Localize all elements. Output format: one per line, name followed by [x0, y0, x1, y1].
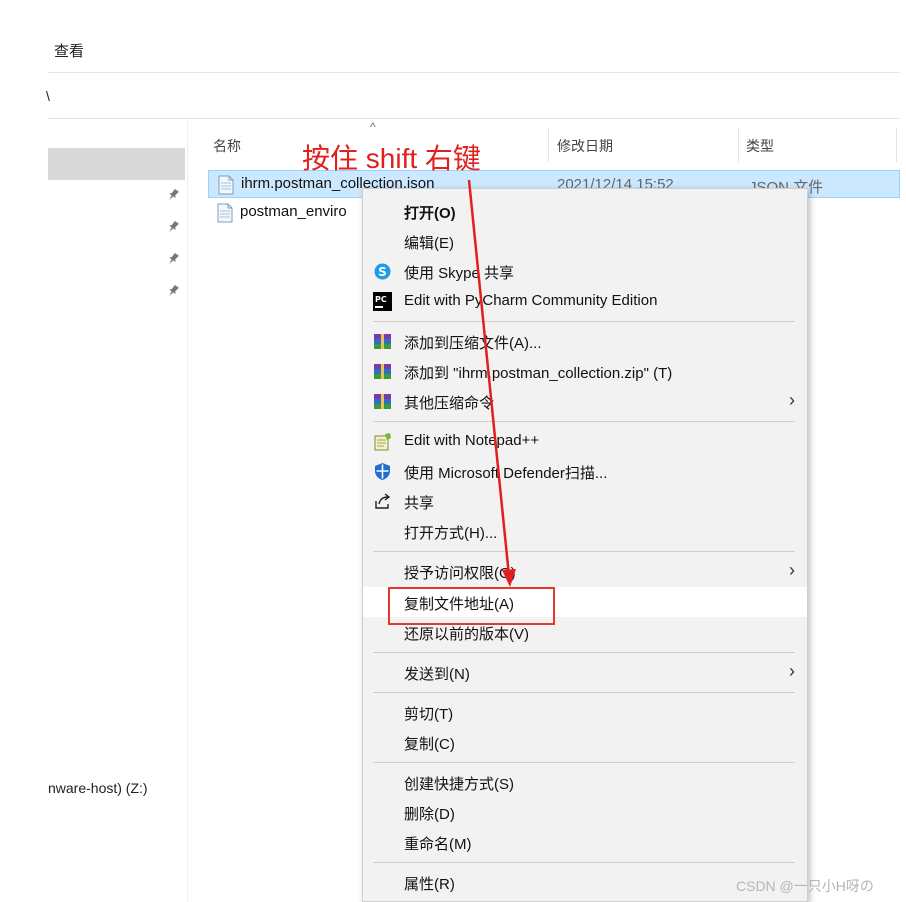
pin-icon	[166, 220, 180, 234]
pin-icon	[166, 252, 180, 266]
menu-item-label: 其他压缩命令	[404, 395, 495, 412]
menu-item-label: 剪切(T)	[404, 706, 454, 723]
menu-item-add-archive[interactable]: 添加到压缩文件(A)...	[363, 326, 807, 356]
chevron-right-icon: ›	[789, 390, 795, 410]
menu-item-label: 重命名(M)	[404, 836, 472, 853]
column-header-type[interactable]: 类型	[746, 136, 774, 156]
sort-ascending-icon: ^	[370, 120, 376, 134]
column-header-modified[interactable]: 修改日期	[557, 136, 613, 156]
address-divider	[48, 118, 900, 119]
menu-item-label: 添加到压缩文件(A)...	[404, 335, 542, 352]
menu-separator	[373, 862, 795, 863]
json-file-icon	[217, 175, 235, 195]
notepadpp-icon	[373, 432, 392, 451]
pycharm-icon: PC	[373, 292, 392, 311]
nav-item-network-drive[interactable]: nware-host) (Z:)	[48, 780, 148, 796]
menu-item-label: 使用 Skype 共享	[404, 265, 515, 282]
ribbon-divider	[48, 72, 900, 73]
menu-item-label: 打开(O)	[404, 205, 456, 222]
chevron-right-icon: ›	[789, 560, 795, 580]
chevron-right-icon: ›	[789, 661, 795, 681]
menu-item-open[interactable]: 打开(O)	[363, 196, 807, 226]
menu-item-skype-share[interactable]: S 使用 Skype 共享	[363, 256, 807, 286]
menu-item-label: Edit with PyCharm Community Edition	[404, 292, 658, 309]
file-name: postman_enviro	[240, 203, 347, 220]
pin-icon	[166, 284, 180, 298]
svg-text:S: S	[378, 265, 387, 279]
address-bar-fragment[interactable]: \	[46, 88, 50, 104]
skype-icon: S	[373, 262, 392, 281]
menu-separator	[373, 321, 795, 322]
menu-item-cut[interactable]: 剪切(T)	[363, 697, 807, 727]
menu-item-label: 属性(R)	[404, 876, 455, 893]
menu-item-label: 添加到 "ihrm.postman_collection.zip" (T)	[404, 365, 673, 382]
annotation-text: 按住 shift 右键	[302, 143, 481, 174]
menu-separator	[373, 692, 795, 693]
annotation-highlight-box	[388, 587, 555, 625]
watermark: CSDN @一只小H呀の	[736, 878, 874, 894]
winrar-icon	[373, 392, 392, 411]
menu-item-label: 创建快捷方式(S)	[404, 776, 514, 793]
menu-item-label: 发送到(N)	[404, 666, 470, 683]
menu-item-defender[interactable]: 使用 Microsoft Defender扫描...	[363, 456, 807, 486]
winrar-icon	[373, 332, 392, 351]
column-divider[interactable]	[738, 128, 739, 162]
pin-icon	[166, 188, 180, 202]
menu-item-label: 还原以前的版本(V)	[404, 626, 529, 643]
menu-item-share[interactable]: 共享	[363, 486, 807, 516]
column-header-name[interactable]: 名称	[213, 136, 241, 156]
menu-item-label: Edit with Notepad++	[404, 432, 540, 449]
json-file-icon	[216, 203, 234, 223]
ribbon-tab-view[interactable]: 查看	[54, 40, 84, 61]
defender-shield-icon	[373, 462, 392, 481]
menu-item-label: 使用 Microsoft Defender扫描...	[404, 465, 608, 482]
column-divider[interactable]	[896, 128, 897, 162]
menu-item-label: 授予访问权限(G)	[404, 565, 516, 582]
menu-item-add-zip[interactable]: 添加到 "ihrm.postman_collection.zip" (T)	[363, 356, 807, 386]
menu-item-label: 打开方式(H)...	[404, 525, 498, 542]
menu-item-label: 编辑(E)	[404, 235, 454, 252]
menu-item-send-to[interactable]: 发送到(N) ›	[363, 657, 807, 687]
share-icon	[373, 492, 392, 511]
column-divider[interactable]	[548, 128, 549, 162]
menu-item-label: 共享	[404, 495, 435, 512]
menu-item-copy[interactable]: 复制(C)	[363, 727, 807, 757]
menu-item-open-with[interactable]: 打开方式(H)...	[363, 516, 807, 546]
menu-item-grant-access[interactable]: 授予访问权限(G) ›	[363, 556, 807, 586]
menu-item-rename[interactable]: 重命名(M)	[363, 827, 807, 857]
winrar-icon	[373, 362, 392, 381]
context-menu: 打开(O) 编辑(E) S 使用 Skype 共享 PC Edit with P…	[362, 188, 808, 902]
menu-separator	[373, 762, 795, 763]
menu-item-create-shortcut[interactable]: 创建快捷方式(S)	[363, 767, 807, 797]
menu-separator	[373, 652, 795, 653]
menu-item-notepadpp[interactable]: Edit with Notepad++	[363, 426, 807, 456]
menu-item-delete[interactable]: 删除(D)	[363, 797, 807, 827]
menu-item-edit[interactable]: 编辑(E)	[363, 226, 807, 256]
navigation-pane: nware-host) (Z:)	[48, 120, 188, 902]
menu-item-other-compress[interactable]: 其他压缩命令 ›	[363, 386, 807, 416]
menu-separator	[373, 551, 795, 552]
menu-item-pycharm[interactable]: PC Edit with PyCharm Community Edition	[363, 286, 807, 316]
menu-separator	[373, 421, 795, 422]
menu-item-label: 复制(C)	[404, 736, 455, 753]
nav-item-selected[interactable]	[48, 148, 185, 180]
menu-item-label: 删除(D)	[404, 806, 455, 823]
svg-text:PC: PC	[375, 295, 387, 304]
